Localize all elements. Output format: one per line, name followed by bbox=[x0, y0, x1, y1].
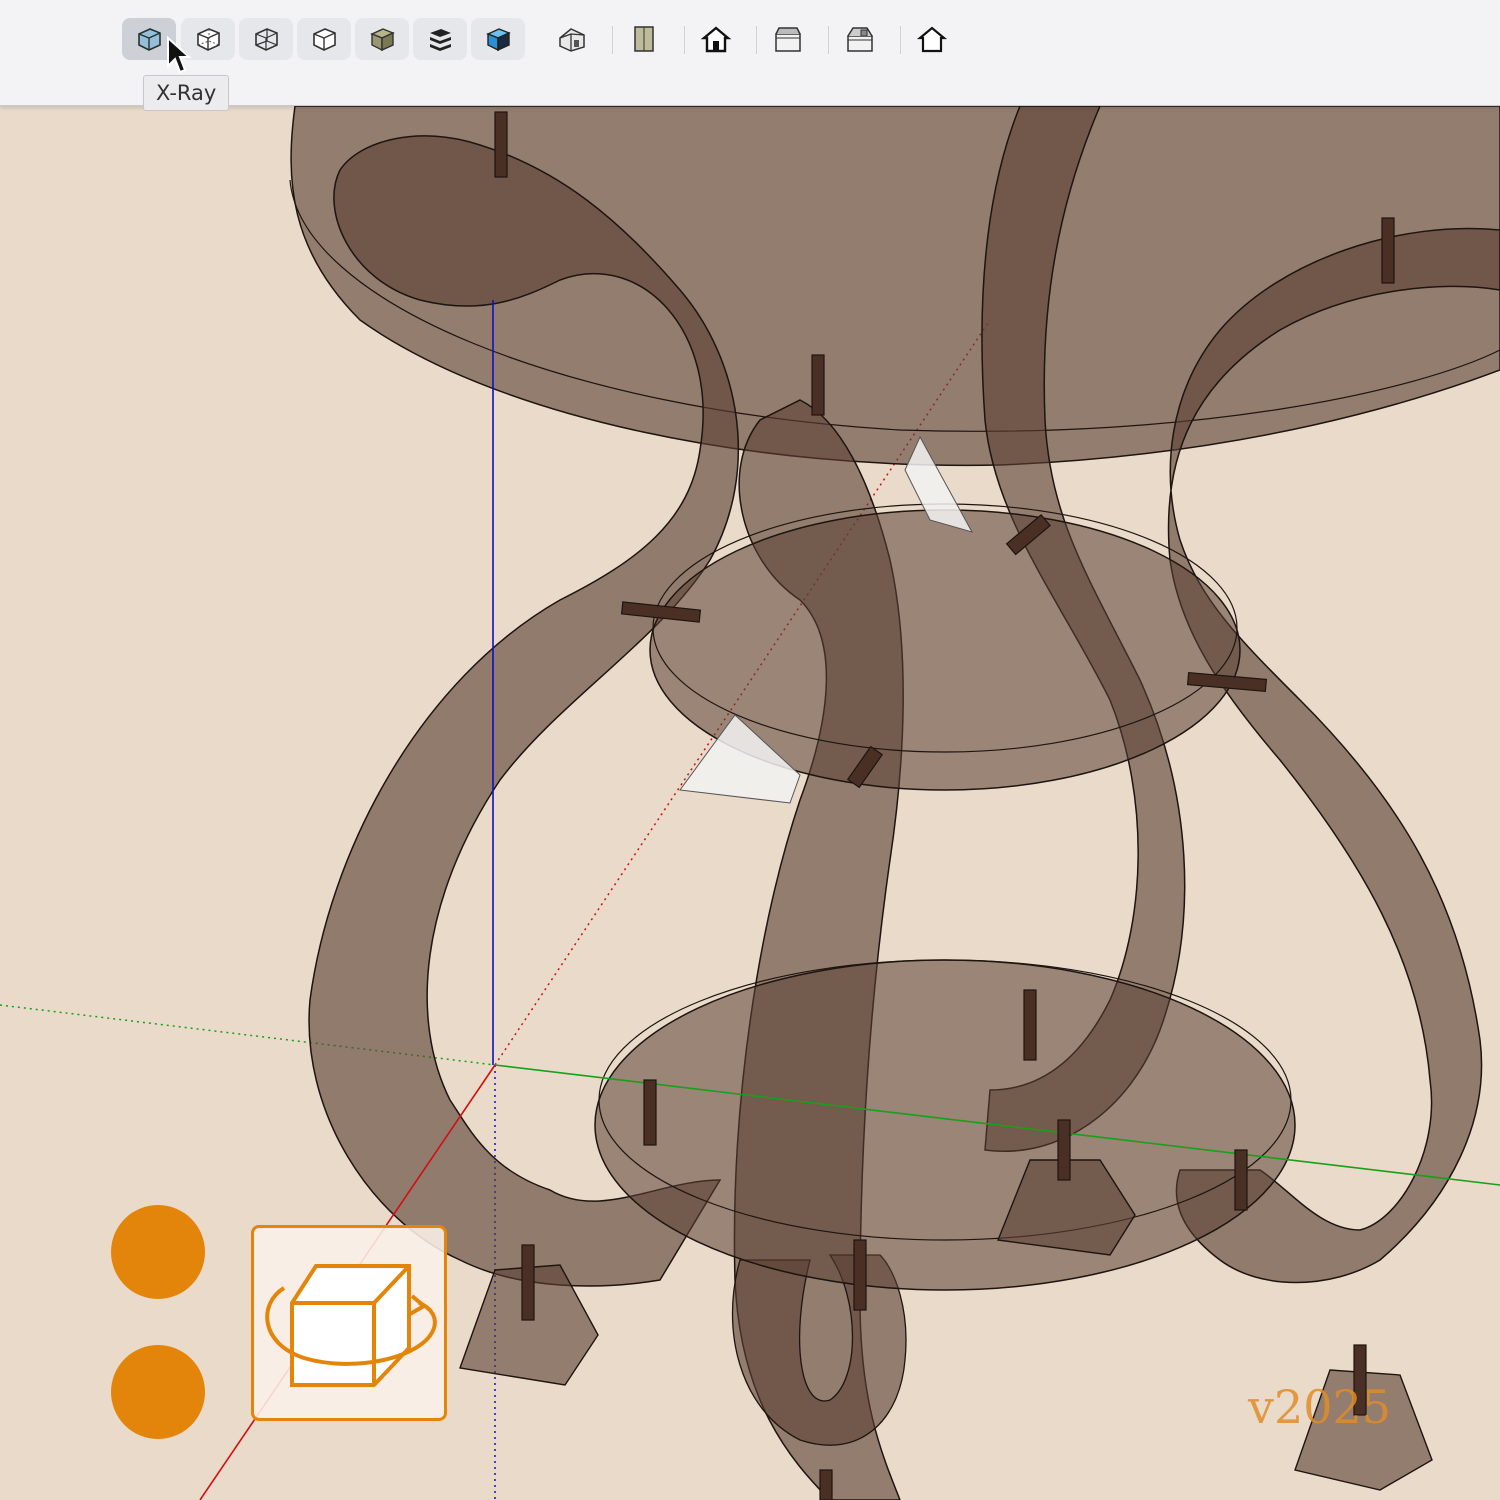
top-view-icon bbox=[634, 26, 654, 52]
top-view-button[interactable] bbox=[617, 18, 671, 60]
mouse-cursor-icon bbox=[167, 36, 192, 74]
wireframe-button[interactable] bbox=[239, 18, 293, 60]
front-house-icon bbox=[700, 26, 732, 53]
orange-dot-bottom[interactable] bbox=[111, 1345, 205, 1439]
left-view-button[interactable] bbox=[905, 18, 959, 60]
dowel bbox=[1381, 217, 1395, 284]
left-house-icon bbox=[916, 26, 948, 53]
hidden-line-button[interactable] bbox=[297, 18, 351, 60]
dowel bbox=[811, 354, 825, 416]
hidden-line-icon bbox=[313, 28, 336, 51]
iso-view-button[interactable] bbox=[545, 18, 599, 60]
dowel bbox=[1023, 989, 1037, 1061]
dowel bbox=[819, 1469, 833, 1500]
shaded-button[interactable] bbox=[355, 18, 409, 60]
model-viewport[interactable] bbox=[0, 106, 1500, 1500]
back-house-icon bbox=[847, 27, 873, 52]
right-house-icon bbox=[775, 27, 801, 52]
dowel bbox=[1234, 1149, 1248, 1211]
dowel bbox=[853, 1239, 867, 1311]
right-view-button[interactable] bbox=[761, 18, 815, 60]
toolbar-separator bbox=[756, 26, 757, 54]
monochrome-button[interactable] bbox=[471, 18, 525, 60]
version-label: v2025 bbox=[1248, 1380, 1392, 1434]
dowel bbox=[1057, 1119, 1071, 1181]
tooltip: X-Ray bbox=[143, 75, 230, 111]
back-view-button[interactable] bbox=[833, 18, 887, 60]
lower-shelf bbox=[594, 959, 1296, 1291]
monochrome-icon bbox=[486, 28, 511, 52]
shaded-icon bbox=[370, 28, 395, 52]
toolbar-separator bbox=[684, 26, 685, 54]
shaded-with-textures-button[interactable] bbox=[413, 18, 467, 60]
orange-dot-top[interactable] bbox=[111, 1205, 205, 1299]
front-view-button[interactable] bbox=[689, 18, 743, 60]
toolbar-separator bbox=[900, 26, 901, 54]
dowel bbox=[521, 1244, 535, 1321]
toolbar-separator bbox=[828, 26, 829, 54]
back-edges-icon bbox=[197, 28, 220, 51]
dowel bbox=[494, 111, 508, 178]
orbit-tool-badge bbox=[251, 1225, 447, 1421]
xray-icon bbox=[138, 28, 161, 51]
dowel bbox=[643, 1079, 657, 1146]
iso-house-icon bbox=[559, 28, 585, 52]
toolbar-separator bbox=[612, 26, 613, 54]
orbit-cube-icon bbox=[265, 1264, 437, 1387]
shaded-textures-icon bbox=[430, 29, 451, 51]
wireframe-icon bbox=[255, 28, 278, 51]
